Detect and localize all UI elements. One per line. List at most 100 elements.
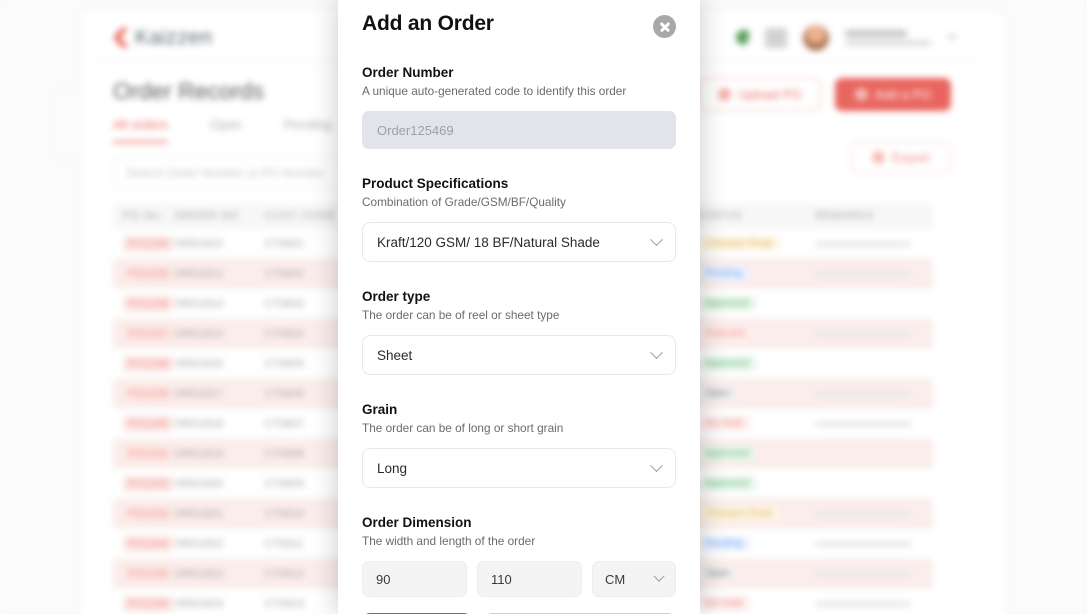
- add-po-label: Add a PO: [874, 87, 931, 102]
- cell-order-no: ORD1810: [174, 237, 224, 250]
- status-badge: Approved: [696, 296, 758, 311]
- leaf-icon[interactable]: [736, 30, 749, 45]
- brand-name: Kaizzen: [135, 25, 213, 49]
- grain-description: The order can be of long or short grain: [362, 421, 564, 435]
- tab-open[interactable]: Open: [210, 117, 242, 143]
- cell-order-no: ORD1814: [174, 297, 224, 310]
- tab-pending[interactable]: Pending: [284, 117, 332, 143]
- cell-order-no: ORD1815: [174, 327, 224, 340]
- topbar-right-cluster: [736, 24, 957, 51]
- chevron-down-icon: [650, 232, 663, 246]
- cell-remarks: [814, 540, 911, 547]
- product-specifications-label: Product Specifications: [362, 176, 509, 191]
- cell-remarks: [814, 330, 911, 337]
- modal-title: Add an Order: [362, 12, 494, 35]
- order-number-label: Order Number: [362, 65, 454, 80]
- order-unit-value: CM: [605, 571, 626, 587]
- cell-order-no: ORD1818: [174, 417, 224, 430]
- chevron-down-icon: [650, 345, 663, 359]
- status-badge: Changes Reqd: [696, 506, 782, 521]
- close-icon[interactable]: [653, 15, 676, 38]
- order-type-description: The order can be of reel or sheet type: [362, 308, 560, 322]
- field-order-dimension: Order Dimension The width and length of …: [362, 515, 676, 597]
- cell-po-no: PO1245: [123, 565, 174, 582]
- tab-all-orders[interactable]: All orders: [113, 117, 168, 143]
- user-name: [845, 29, 907, 37]
- cell-order-no: ORD1822: [174, 537, 224, 550]
- user-role: [845, 39, 931, 46]
- cell-po-no: PO1244: [123, 535, 174, 552]
- order-width-input[interactable]: 90: [362, 561, 467, 597]
- export-button[interactable]: Export: [851, 142, 951, 173]
- cell-order-no: ORD1823: [174, 567, 224, 580]
- cell-po-no: PO1243: [123, 505, 174, 522]
- col-remarks: REMARKS: [814, 210, 875, 222]
- status-badge: On Hold: [696, 416, 752, 431]
- avatar[interactable]: [803, 24, 829, 51]
- product-specifications-select[interactable]: Kraft/120 GSM/ 18 BF/Natural Shade: [362, 222, 676, 262]
- upload-icon: [718, 88, 732, 101]
- field-grain: Grain The order can be of long or short …: [362, 402, 676, 488]
- cell-remarks: [814, 240, 911, 247]
- order-number-description: A unique auto-generated code to identify…: [362, 84, 627, 98]
- status-badge: Approved: [696, 476, 758, 491]
- cell-order-no: ORD1821: [174, 507, 224, 520]
- status-badge: Rejected: [696, 326, 754, 341]
- grain-select[interactable]: Long: [362, 448, 676, 488]
- order-dimension-description: The width and length of the order: [362, 534, 536, 548]
- header-action-buttons: Upload PO Add a PO: [699, 78, 951, 111]
- brand-mark-icon: [113, 27, 129, 48]
- cell-order-no: ORD1819: [174, 447, 224, 460]
- status-badge: Pending: [696, 266, 752, 281]
- status-badge: Approved: [696, 446, 758, 461]
- grain-label: Grain: [362, 402, 398, 417]
- chevron-down-icon: [653, 570, 665, 582]
- cell-remarks: [814, 390, 911, 397]
- cell-order-no: ORD1824: [174, 597, 224, 610]
- cell-po-no: PO1240: [123, 415, 174, 432]
- order-type-select[interactable]: Sheet: [362, 335, 676, 375]
- grid-icon[interactable]: [765, 27, 787, 48]
- brand-logo: Kaizzen: [113, 26, 213, 50]
- cell-remarks: [814, 270, 911, 277]
- field-product-specifications: Product Specifications Combination of Gr…: [362, 176, 676, 262]
- modal-header: Add an Order: [362, 0, 676, 38]
- cell-remarks: [814, 600, 911, 607]
- status-badge: Changes Reqd: [696, 236, 782, 251]
- status-badge: On Hold: [696, 596, 752, 611]
- background-side-tab: [55, 88, 81, 160]
- cell-remarks: [814, 570, 911, 577]
- col-po-no: PO No.: [123, 210, 164, 222]
- add-po-button[interactable]: Add a PO: [834, 78, 951, 111]
- cell-po-no: PO1242: [123, 475, 174, 492]
- order-length-input[interactable]: 110: [477, 561, 582, 597]
- product-specifications-description: Combination of Grade/GSM/BF/Quality: [362, 195, 566, 209]
- upload-po-label: Upload PO: [738, 87, 802, 102]
- cell-po-no: PO1234: [123, 235, 174, 252]
- upload-po-button[interactable]: Upload PO: [699, 78, 821, 111]
- status-badge: Pending: [696, 536, 752, 551]
- order-type-value: Sheet: [377, 347, 413, 363]
- plus-icon: [854, 88, 868, 101]
- cell-po-no: PO1237: [123, 325, 174, 342]
- cell-po-no: PO1238: [123, 355, 174, 372]
- cell-remarks: [814, 510, 911, 517]
- chevron-down-icon[interactable]: [947, 35, 957, 40]
- modal-content: Add an Order Order Number A unique auto-…: [338, 0, 700, 614]
- col-status: STATUS: [696, 210, 743, 222]
- cell-order-no: ORD1820: [174, 477, 224, 490]
- export-label: Export: [892, 150, 930, 165]
- order-dimension-row: 90 110 CM: [362, 561, 676, 597]
- order-number-input[interactable]: Order125469: [362, 111, 676, 149]
- status-badge: Open: [696, 386, 739, 401]
- cell-order-no: ORD1812: [174, 267, 224, 280]
- field-order-number: Order Number A unique auto-generated cod…: [362, 65, 676, 149]
- cell-order-no: ORD1817: [174, 387, 224, 400]
- status-badge: Open: [696, 566, 739, 581]
- chevron-down-icon: [650, 458, 663, 472]
- user-info: [845, 29, 931, 46]
- cell-po-no: PO1235: [123, 265, 174, 282]
- cell-po-no: PO1241: [123, 445, 174, 462]
- field-order-type: Order type The order can be of reel or s…: [362, 289, 676, 375]
- order-unit-select[interactable]: CM: [592, 561, 676, 597]
